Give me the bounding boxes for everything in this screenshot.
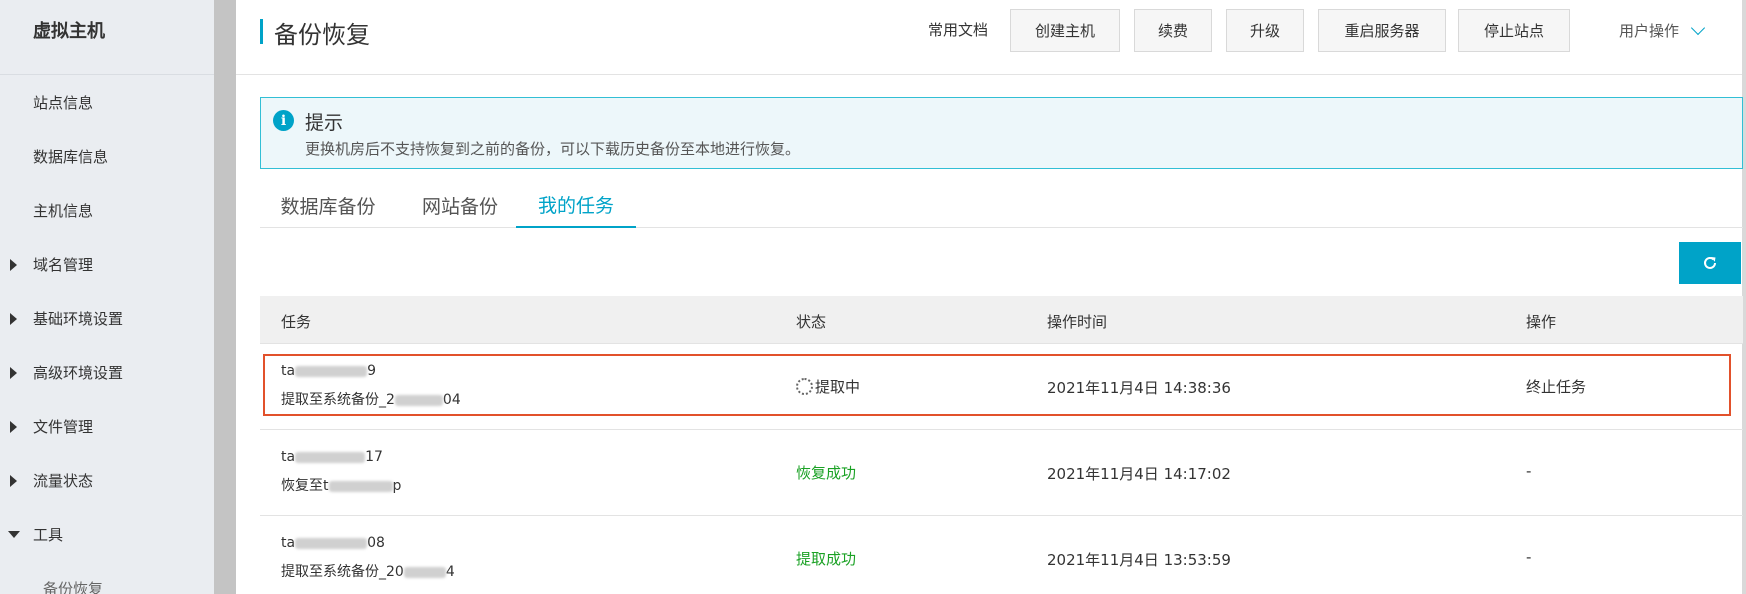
redacted-text	[295, 451, 366, 463]
column-header-time: 操作时间	[1047, 313, 1108, 331]
column-header-action: 操作	[1526, 313, 1557, 331]
sidebar-item-site-info[interactable]: 站点信息	[0, 86, 214, 118]
column-header-status: 状态	[796, 313, 827, 331]
table-row: ta 17 恢复至t p 恢复成功 2021年11月4日 14:17:02 -	[260, 430, 1743, 516]
restart-server-button[interactable]: 重启服务器	[1318, 9, 1446, 52]
user-operations-label: 用户操作	[1619, 22, 1680, 40]
redacted-text	[328, 480, 393, 492]
status-text: 提取成功	[796, 550, 857, 568]
operation-time: 2021年11月4日 13:53:59	[1047, 551, 1231, 569]
table-header: 任务 状态 操作时间 操作	[260, 296, 1743, 344]
sidebar-scrollbar[interactable]	[214, 0, 236, 594]
action-placeholder: -	[1526, 462, 1532, 480]
task-id: ta 08	[281, 535, 385, 551]
tab-my-tasks[interactable]: 我的任务	[516, 183, 636, 228]
sidebar-item-label: 数据库信息	[33, 147, 109, 166]
sidebar-item-label: 主机信息	[33, 201, 94, 220]
redacted-text	[403, 566, 446, 578]
notice-title: 提示	[305, 112, 344, 134]
task-description: 提取至系统备份_204	[281, 564, 455, 580]
sidebar-item-label: 工具	[33, 525, 64, 544]
caret-right-icon	[10, 367, 17, 379]
sidebar-item-traffic-status[interactable]: 流量状态	[0, 464, 214, 496]
renew-button[interactable]: 续费	[1134, 9, 1212, 52]
caret-right-icon	[10, 475, 17, 487]
task-id: ta 9	[281, 363, 376, 379]
sidebar-item-label: 备份恢复	[43, 579, 104, 594]
page-title: 备份恢复	[274, 21, 370, 49]
redacted-text	[295, 537, 368, 549]
upgrade-button[interactable]: 升级	[1226, 9, 1304, 52]
sidebar-item-advanced-env[interactable]: 高级环境设置	[0, 356, 214, 388]
sidebar-item-database-info[interactable]: 数据库信息	[0, 140, 214, 172]
common-docs-link[interactable]: 常用文档	[928, 19, 988, 40]
tab-website-backup[interactable]: 网站备份	[404, 183, 516, 228]
table-row: ta 9 提取至系统备份_2 04 提取中 2021年11月4日 14:38:36 …	[260, 344, 1743, 430]
sidebar-item-label: 高级环境设置	[33, 363, 124, 382]
sidebar: 虚拟主机 站点信息 数据库信息 主机信息 域名管理 基础环境设置 高级环境设置 …	[0, 0, 214, 594]
sidebar-item-label: 域名管理	[33, 255, 94, 274]
terminate-task-link[interactable]: 终止任务	[1526, 376, 1586, 397]
sidebar-divider	[0, 74, 214, 75]
redacted-text	[295, 365, 368, 377]
status-cell: 提取中	[796, 376, 860, 397]
task-description: 提取至系统备份_204	[281, 392, 461, 408]
sidebar-item-host-info[interactable]: 主机信息	[0, 194, 214, 226]
refresh-icon	[1704, 256, 1716, 269]
title-accent-bar	[260, 19, 263, 44]
chevron-down-icon	[1690, 20, 1706, 35]
sidebar-item-backup-restore[interactable]: 备份恢复	[0, 572, 214, 594]
task-id: ta 17	[281, 449, 383, 465]
status-text: 提取中	[815, 378, 861, 396]
status-text: 恢复成功	[796, 464, 857, 482]
caret-down-icon	[8, 531, 20, 538]
caret-right-icon	[10, 313, 17, 325]
task-description: 恢复至t p	[281, 478, 402, 494]
caret-right-icon	[10, 259, 17, 271]
sidebar-item-label: 基础环境设置	[33, 309, 124, 328]
refresh-button[interactable]	[1679, 242, 1741, 284]
caret-right-icon	[10, 421, 17, 433]
stop-site-button[interactable]: 停止站点	[1458, 9, 1570, 52]
user-operations-menu[interactable]: 用户操作	[1619, 20, 1706, 41]
info-icon: i	[273, 110, 294, 131]
sidebar-item-label: 流量状态	[33, 471, 94, 490]
notice-text: 更换机房后不支持恢复到之前的备份，可以下载历史备份至本地进行恢复。	[305, 140, 801, 158]
operation-time: 2021年11月4日 14:17:02	[1047, 465, 1231, 483]
operation-time: 2021年11月4日 14:38:36	[1047, 379, 1231, 397]
sidebar-item-tools[interactable]: 工具	[0, 518, 214, 550]
loading-spinner-icon	[796, 377, 813, 395]
table-row: ta 08 提取至系统备份_20 4 提取成功 2021年11月4日 13:53:5…	[260, 516, 1743, 594]
page-header: 备份恢复 常用文档 创建主机 续费 升级 重启服务器 停止站点 用户操作	[236, 0, 1746, 75]
sidebar-item-file-management[interactable]: 文件管理	[0, 410, 214, 442]
sidebar-item-label: 文件管理	[33, 417, 94, 436]
tab-bar: 数据库备份 网站备份 我的任务	[260, 183, 1743, 228]
notice-box: i 提示 更换机房后不支持恢复到之前的备份，可以下载历史备份至本地进行恢复。	[260, 97, 1743, 169]
sidebar-title: 虚拟主机	[33, 21, 105, 42]
column-header-task: 任务	[281, 313, 312, 331]
sidebar-item-label: 站点信息	[33, 93, 94, 112]
redacted-text	[394, 394, 443, 406]
create-host-button[interactable]: 创建主机	[1010, 9, 1120, 52]
tab-database-backup[interactable]: 数据库备份	[260, 183, 396, 228]
sidebar-item-basic-env[interactable]: 基础环境设置	[0, 302, 214, 334]
sidebar-item-domain-management[interactable]: 域名管理	[0, 248, 214, 280]
action-placeholder: -	[1526, 548, 1532, 566]
